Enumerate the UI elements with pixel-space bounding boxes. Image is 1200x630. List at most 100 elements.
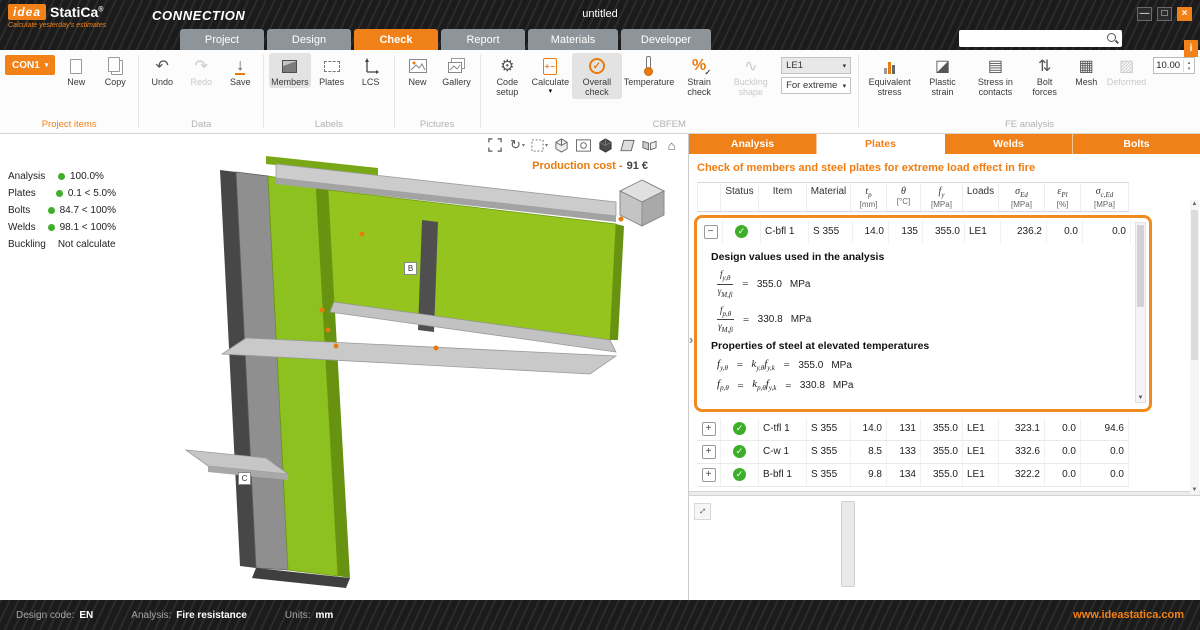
results-scrollbar[interactable]: ▲ ▼ <box>1190 200 1199 494</box>
zoom-select-icon[interactable]: ▾ <box>531 136 548 154</box>
tab-project[interactable]: Project <box>180 29 264 50</box>
tab-developer[interactable]: Developer <box>621 29 711 50</box>
detail-heading-1: Design values used in the analysis <box>711 251 1129 263</box>
cell-item: C-tfl 1 <box>759 418 807 440</box>
workplane-icon[interactable] <box>619 136 636 154</box>
formula-fp-design: fp,θ γM,fi = 330.8 MPa <box>717 305 1129 334</box>
view-cube-icon[interactable] <box>553 136 570 154</box>
calculator-icon: +− <box>543 58 557 75</box>
code-setup-button[interactable]: ⚙ Code setup <box>485 53 529 99</box>
cell-fy: 355.0 <box>923 220 965 243</box>
tab-check[interactable]: Check <box>354 29 438 50</box>
tab-analysis[interactable]: Analysis <box>689 134 817 154</box>
table-row[interactable]: + ✓ B-bfl 1 S 355 9.8 134 355.0 LE1 322.… <box>697 464 1129 487</box>
cell-eps-pl: 0.0 <box>1045 441 1081 463</box>
temperature-button[interactable]: Temperature <box>625 53 673 88</box>
cell-sigma-ed: 332.6 <box>999 441 1045 463</box>
row-expand-button[interactable]: + <box>702 422 716 436</box>
picture-icon <box>409 55 427 77</box>
lcs-toggle[interactable]: LCS <box>353 53 389 88</box>
close-button[interactable]: × <box>1177 7 1192 21</box>
plastic-strain-button[interactable]: ◪ Plastic strain <box>918 53 967 99</box>
save-button[interactable]: ↓ Save <box>222 53 258 88</box>
chevron-down-icon: ▾ <box>545 142 548 149</box>
load-case-select[interactable]: LE1▾ <box>781 57 851 74</box>
col-header-material: Material <box>807 183 851 211</box>
scroll-down-icon[interactable]: ▼ <box>1190 487 1199 493</box>
subpanel-scrollbar[interactable] <box>841 501 855 587</box>
table-row[interactable]: + ✓ C-w 1 S 355 8.5 133 355.0 LE1 332.6 … <box>697 441 1129 464</box>
deformed-button[interactable]: ▨ Deformed <box>1107 53 1146 88</box>
capture-view-icon[interactable] <box>575 136 592 154</box>
overall-check-button[interactable]: ✓ Overall check <box>572 53 623 99</box>
detail-nav-chevron[interactable]: › <box>689 332 693 347</box>
stress-in-contacts-button[interactable]: ▤ Stress in contacts <box>970 53 1021 99</box>
mesh-button[interactable]: ▦ Mesh <box>1068 53 1104 88</box>
units-status: Units: mm <box>285 610 333 621</box>
row-expand-button[interactable]: + <box>702 445 716 459</box>
mesh-icon: ▦ <box>1079 55 1094 77</box>
table-row[interactable]: + ✓ C-tfl 1 S 355 14.0 131 355.0 LE1 323… <box>697 418 1129 441</box>
new-item-button[interactable]: New <box>58 53 94 88</box>
deformed-icon: ▨ <box>1119 55 1134 77</box>
tab-design[interactable]: Design <box>267 29 351 50</box>
plates-toggle[interactable]: Plates <box>314 53 350 88</box>
row-detail-panel: Design values used in the analysis fy,θ … <box>699 243 1131 404</box>
copy-document-icon <box>108 57 120 72</box>
row-collapse-button[interactable]: − <box>704 225 718 239</box>
status-ok-icon: ✓ <box>733 445 746 458</box>
col-header-theta: θ[°C] <box>887 183 921 211</box>
new-picture-button[interactable]: New <box>400 53 436 88</box>
viewport-3d[interactable]: ↻▾ ▾ ⌂ Production cost -91 € <box>116 134 688 600</box>
scroll-up-icon[interactable]: ▲ <box>1190 201 1199 207</box>
info-button[interactable]: i <box>1184 40 1198 57</box>
results-content: Check of members and steel plates for ex… <box>689 154 1200 600</box>
tab-materials[interactable]: Materials <box>528 29 618 50</box>
gallery-button[interactable]: Gallery <box>439 53 475 88</box>
stress-contacts-icon: ▤ <box>988 55 1003 77</box>
members-toggle[interactable]: Members <box>269 53 311 88</box>
tab-report[interactable]: Report <box>441 29 525 50</box>
equivalent-stress-button[interactable]: Equivalent stress <box>864 53 915 99</box>
table-row[interactable]: − ✓ C-bfl 1 S 355 14.0 135 355.0 LE1 236… <box>699 220 1131 243</box>
search-input[interactable] <box>959 30 1106 47</box>
scrollbar-thumb[interactable] <box>1137 225 1144 307</box>
solid-view-icon[interactable] <box>597 136 614 154</box>
tab-plates[interactable]: Plates <box>817 134 945 154</box>
scrollbar-thumb[interactable] <box>1191 210 1198 360</box>
bolt-forces-button[interactable]: ⇅ Bolt forces <box>1024 53 1065 99</box>
detail-scrollbar[interactable]: ▼ <box>1135 222 1146 402</box>
cell-sigma-ced: 0.0 <box>1081 441 1129 463</box>
chevron-down-icon: ▾ <box>549 87 553 95</box>
navigation-cube[interactable] <box>614 174 670 230</box>
minimize-button[interactable]: — <box>1137 7 1152 21</box>
production-cost: Production cost -91 € <box>532 160 648 172</box>
buckling-shape-icon: ∿ <box>744 55 757 77</box>
calculate-button[interactable]: +− Calculate ▾ <box>532 53 568 96</box>
row-expand-button[interactable]: + <box>702 468 716 482</box>
copy-item-button[interactable]: Copy <box>97 53 133 88</box>
deformed-scale-stepper[interactable]: 10.00 ▴▾ <box>1153 57 1195 74</box>
rotate-view-icon[interactable]: ↻▾ <box>509 136 526 154</box>
home-view-icon[interactable]: ⌂ <box>663 136 680 154</box>
group-label-cbfem: CBFEM <box>485 118 853 133</box>
tab-bolts[interactable]: Bolts <box>1073 134 1200 154</box>
strain-check-button[interactable]: %✓ Strain check <box>676 53 723 99</box>
redo-button[interactable]: ↷ Redo <box>183 53 219 88</box>
search-icon[interactable] <box>1106 32 1119 45</box>
expand-panel-button[interactable]: ↕ <box>694 503 711 520</box>
tab-welds[interactable]: Welds <box>945 134 1073 154</box>
restore-button[interactable]: □ <box>1157 7 1172 21</box>
stepper-arrows[interactable]: ▴▾ <box>1183 60 1194 72</box>
buckling-shape-button[interactable]: ∿ Buckling shape <box>725 53 776 99</box>
cell-material: S 355 <box>807 441 851 463</box>
steel-connection-model[interactable] <box>116 134 688 600</box>
extreme-select[interactable]: For extreme▾ <box>781 77 851 94</box>
undo-button[interactable]: ↶ Undo <box>144 53 180 88</box>
fit-view-icon[interactable] <box>487 136 504 154</box>
scroll-down-icon[interactable]: ▼ <box>1136 395 1145 401</box>
gallery-icon <box>448 55 466 77</box>
mirror-view-icon[interactable] <box>641 136 658 154</box>
website-link[interactable]: www.ideastatica.com <box>1073 609 1184 621</box>
con1-dropdown[interactable]: CON1▾ <box>5 55 55 75</box>
